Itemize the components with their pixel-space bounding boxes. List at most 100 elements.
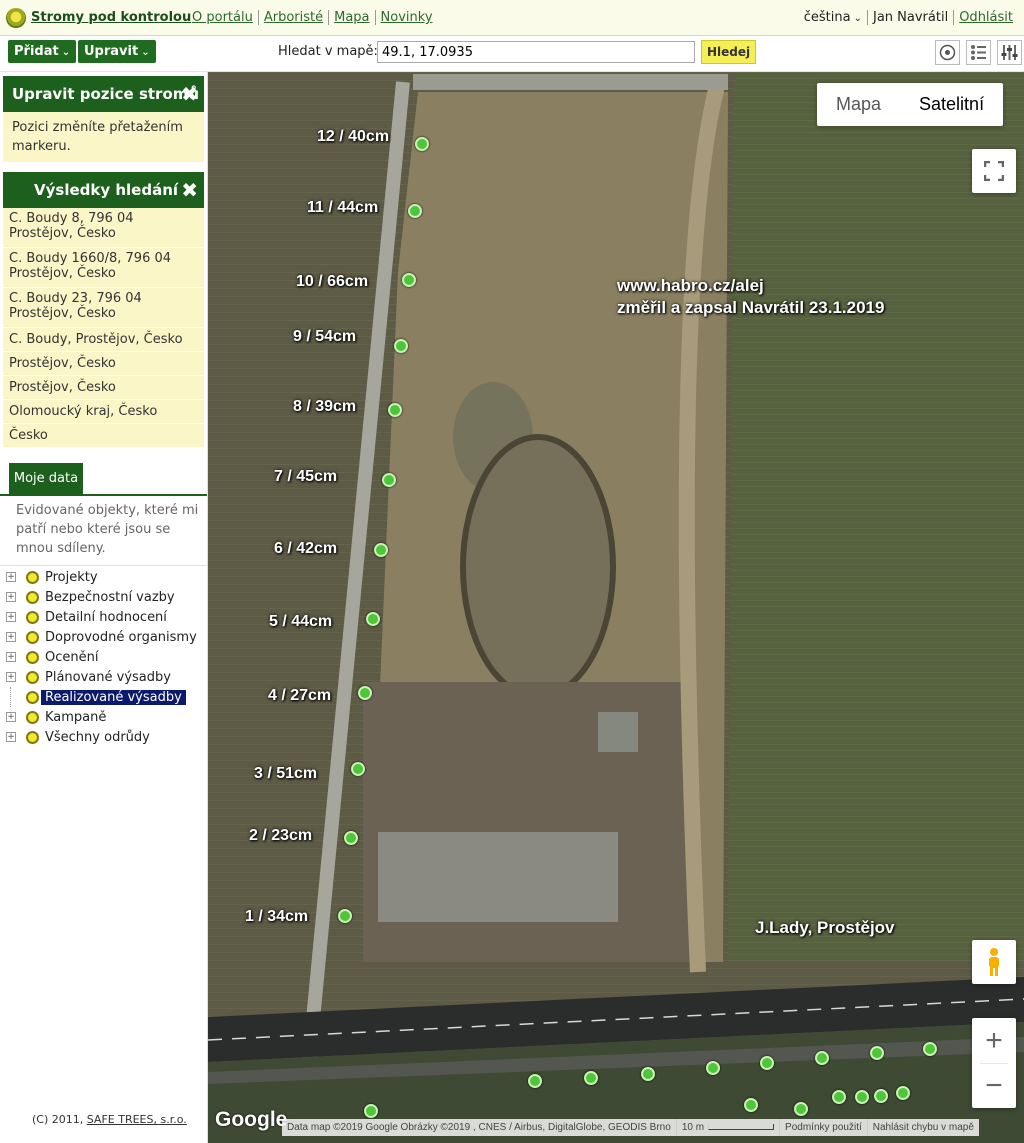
search-result-item[interactable]: C. Boudy 23, 796 04 Prostějov, Česko (3, 288, 204, 328)
tree-marker[interactable] (760, 1056, 774, 1070)
satellite-imagery (208, 72, 1024, 1143)
tree-marker[interactable] (870, 1046, 884, 1060)
tree-marker[interactable] (528, 1074, 542, 1088)
tab-my-data[interactable]: Moje data (9, 463, 83, 495)
tree-marker[interactable] (394, 339, 408, 353)
tree-marker[interactable] (344, 831, 358, 845)
search-result-item[interactable]: C. Boudy 1660/8, 796 04 Prostějov, Česko (3, 248, 204, 288)
tree-marker[interactable] (641, 1067, 655, 1081)
terms-link[interactable]: Podmínky použití (779, 1119, 867, 1136)
close-icon[interactable]: ✖ (181, 76, 198, 112)
tree-item-organisms[interactable]: + Doprovodné organismy (6, 627, 206, 647)
tree-marker[interactable] (338, 909, 352, 923)
tree-marker[interactable] (366, 612, 380, 626)
locate-button[interactable] (935, 40, 960, 65)
toolbar: Přidat⌄ Upravit⌄ Hledat v mapě: Hledej (0, 36, 1024, 72)
tree-item-planned-plantings[interactable]: + Plánované výsadby (6, 667, 206, 687)
tree-item-all-varieties[interactable]: + Všechny odrůdy (6, 727, 206, 747)
expand-icon[interactable]: + (6, 732, 16, 742)
report-error-link[interactable]: Nahlásit chybu v mapě (866, 1119, 979, 1136)
add-button[interactable]: Přidat ⌄ (8, 40, 77, 63)
zoom-out-button[interactable]: − (972, 1063, 1016, 1108)
tree-item-projects[interactable]: + Projekty (6, 567, 206, 587)
footer-copyright: (C) 2011, SAFE TREES, s.r.o. (32, 1113, 187, 1126)
tree-marker[interactable] (832, 1090, 846, 1104)
map-type-satellite-button[interactable]: Satelitní (900, 83, 1003, 126)
tree-label: 2 / 23cm (249, 827, 313, 844)
tree-label: 10 / 66cm (296, 273, 369, 290)
top-navigation-bar: Stromy pod kontrolou O portálu Arboristé… (0, 0, 1024, 36)
tree-marker[interactable] (388, 403, 402, 417)
search-result-item[interactable]: Olomoucký kraj, Česko (3, 400, 204, 424)
tree-item-detailed-assessment[interactable]: + Detailní hodnocení (6, 607, 206, 627)
tree-marker[interactable] (706, 1061, 720, 1075)
company-link[interactable]: SAFE TREES, s.r.o. (87, 1113, 187, 1126)
search-result-item[interactable]: Prostějov, Česko (3, 376, 204, 400)
logo-icon (6, 8, 26, 28)
tree-marker[interactable] (855, 1090, 869, 1104)
tree-item-campaigns[interactable]: + Kampaně (6, 707, 206, 727)
tree-marker[interactable] (923, 1042, 937, 1056)
legend-button[interactable] (966, 40, 991, 65)
tree-marker[interactable] (374, 543, 388, 557)
nav-link-about[interactable]: O portálu (192, 10, 258, 25)
brand-link[interactable]: Stromy pod kontrolou (31, 10, 191, 25)
main-nav: O portálu Arboristé Mapa Novinky (192, 10, 438, 25)
nav-link-map[interactable]: Mapa (328, 10, 374, 25)
tree-marker[interactable] (382, 473, 396, 487)
expand-icon[interactable]: + (6, 612, 16, 622)
map-scale[interactable]: 10 m (675, 1119, 779, 1136)
expand-icon[interactable]: + (6, 652, 16, 662)
tree-item-label: Doprovodné organismy (45, 629, 197, 645)
search-button[interactable]: Hledej (701, 40, 757, 64)
satellite-map[interactable]: 12 / 40cm 11 / 44cm 10 / 66cm 9 / 54cm 8… (208, 72, 1024, 1143)
close-icon[interactable]: ✖ (181, 172, 198, 208)
language-select[interactable]: čeština ⌄ (799, 10, 867, 25)
settings-button[interactable] (997, 40, 1022, 65)
tree-marker[interactable] (874, 1089, 888, 1103)
expand-icon[interactable]: + (6, 672, 16, 682)
search-results-header: Výsledky hledání ✖ (3, 172, 204, 208)
tree-label: 7 / 45cm (274, 468, 338, 485)
tree-marker[interactable] (584, 1071, 598, 1085)
tree-marker[interactable] (415, 137, 429, 151)
search-result-item[interactable]: Prostějov, Česko (3, 352, 204, 376)
fullscreen-button[interactable] (972, 149, 1016, 193)
logout-link[interactable]: Odhlásit (953, 10, 1018, 25)
zoom-in-button[interactable]: + (972, 1018, 1016, 1063)
map-note-url: www.habro.cz/alej (617, 276, 764, 295)
tree-marker[interactable] (402, 273, 416, 287)
search-result-item[interactable]: Česko (3, 424, 204, 448)
tab-underline (0, 494, 207, 496)
chevron-down-icon: ⌄ (141, 47, 150, 58)
tree-marker[interactable] (744, 1098, 758, 1112)
search-result-item[interactable]: C. Boudy, Prostějov, Česko (3, 328, 204, 352)
tree-marker[interactable] (351, 762, 365, 776)
map-type-map-button[interactable]: Mapa (817, 83, 900, 126)
tree-marker[interactable] (896, 1086, 910, 1100)
expand-icon[interactable]: + (6, 592, 16, 602)
nav-link-arborists[interactable]: Arboristé (257, 10, 328, 25)
expand-icon[interactable]: + (6, 712, 16, 722)
street-view-button[interactable] (972, 940, 1016, 984)
my-data-description: Evidované objekty, které mi patří nebo k… (16, 503, 199, 556)
expand-icon[interactable]: + (6, 572, 16, 582)
tree-label: 3 / 51cm (254, 765, 318, 782)
tree-item-valuation[interactable]: + Ocenění (6, 647, 206, 667)
tree-marker[interactable] (815, 1051, 829, 1065)
tree-marker[interactable] (358, 686, 372, 700)
tree-marker[interactable] (364, 1104, 378, 1118)
tree-item-safety-ties[interactable]: + Bezpečnostní vazby (6, 587, 206, 607)
search-result-item[interactable]: C. Boudy 8, 796 04 Prostějov, Česko (3, 208, 204, 248)
expand-icon[interactable]: + (6, 632, 16, 642)
nav-link-news[interactable]: Novinky (374, 10, 438, 25)
tree-marker[interactable] (794, 1102, 808, 1116)
tree-marker[interactable] (408, 204, 422, 218)
edit-positions-header: Upravit pozice stromů ✖ (3, 76, 204, 112)
tree-item-realized-plantings[interactable]: Realizované výsadby (6, 687, 206, 707)
tree-label: 8 / 39cm (293, 398, 357, 415)
map-scale-label: 10 m (681, 1122, 705, 1133)
edit-button[interactable]: Upravit ⌄ (78, 40, 156, 63)
tree-item-label: Realizované výsadby (41, 689, 186, 705)
map-search-input[interactable] (377, 41, 695, 63)
